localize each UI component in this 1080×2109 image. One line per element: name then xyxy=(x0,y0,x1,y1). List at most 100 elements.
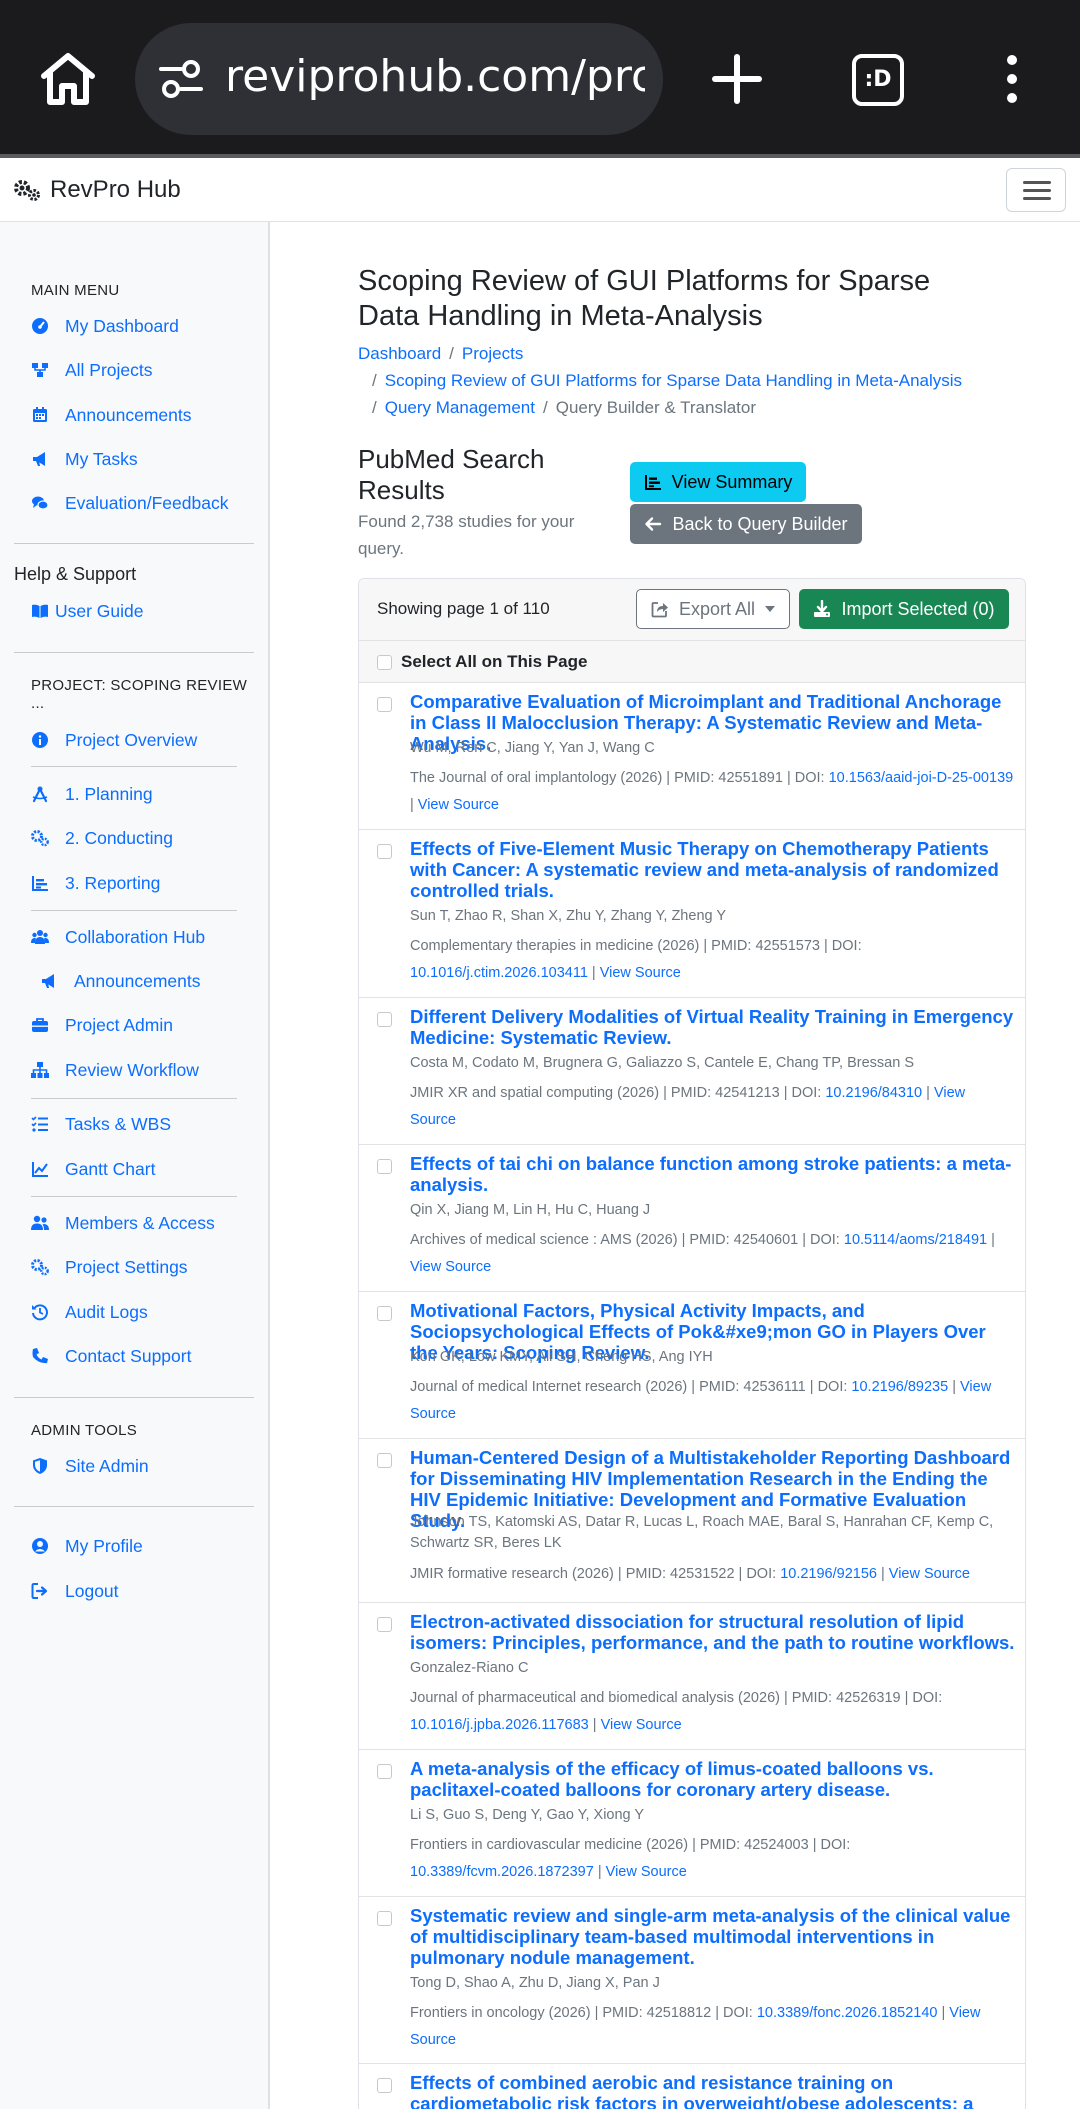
breadcrumb-dashboard[interactable]: Dashboard xyxy=(358,344,441,363)
home-icon[interactable] xyxy=(40,52,96,106)
result-checkbox[interactable] xyxy=(377,1453,392,1468)
result-checkbox[interactable] xyxy=(377,1764,392,1779)
result-doi-link[interactable]: 10.1016/j.jpba.2026.117683 xyxy=(410,1717,589,1733)
view-summary-button[interactable]: View Summary xyxy=(630,462,806,502)
result-authors: Johnson TS, Katomski AS, Datar R, Lucas … xyxy=(410,1514,994,1551)
back-to-query-builder-button[interactable]: Back to Query Builder xyxy=(630,504,862,544)
admin-tools-heading: ADMIN TOOLS xyxy=(31,1422,138,1439)
result-checkbox[interactable] xyxy=(377,1159,392,1174)
sidebar-item-all-projects[interactable]: All Projects xyxy=(31,355,153,385)
result-doi-link[interactable]: 10.3389/fcvm.2026.1872397 xyxy=(410,1864,594,1880)
view-source-link[interactable]: View Source xyxy=(418,797,499,813)
more-options-icon[interactable] xyxy=(1000,54,1024,104)
result-title[interactable]: A meta-analysis of the efficacy of limus… xyxy=(410,1758,1015,1800)
result-item: Different Delivery Modalities of Virtual… xyxy=(359,998,1025,1145)
list-check-icon xyxy=(31,1116,48,1132)
view-source-link[interactable]: View Source xyxy=(410,1259,491,1275)
tab-switcher-button[interactable]: :D xyxy=(852,54,904,106)
result-checkbox[interactable] xyxy=(377,1012,392,1027)
sidebar-item-project-admin[interactable]: Project Admin xyxy=(31,1010,173,1040)
sidebar-item-label: My Dashboard xyxy=(65,315,179,336)
users-icon xyxy=(31,930,49,944)
result-checkbox[interactable] xyxy=(377,697,392,712)
brand-name[interactable]: RevPro Hub xyxy=(50,176,181,204)
result-title[interactable]: Effects of tai chi on balance function a… xyxy=(410,1153,1015,1195)
result-title[interactable]: Systematic review and single-arm meta-an… xyxy=(410,1905,1015,1968)
sidebar-item-collaboration-hub[interactable]: Collaboration Hub xyxy=(31,922,205,952)
select-all-label[interactable]: Select All on This Page xyxy=(401,652,587,672)
result-authors: Koh GK, Low KMY, Ali SH, Cheng HS, Ang I… xyxy=(410,1349,713,1365)
app-navbar: RevPro Hub xyxy=(0,158,1080,222)
sidebar-item-contact-support[interactable]: Contact Support xyxy=(31,1341,191,1371)
results-toolbar: Showing page 1 of 110 Export All Import … xyxy=(359,579,1025,641)
result-meta: Frontiers in oncology (2026) | PMID: 425… xyxy=(410,2005,981,2048)
result-meta: Archives of medical science : AMS (2026)… xyxy=(410,1232,995,1275)
breadcrumb: Dashboard / Projects / Scoping Review of GU… xyxy=(358,340,1058,421)
result-title[interactable]: Effects of Five-Element Music Therapy on… xyxy=(410,838,1015,901)
sidebar-item-my-profile[interactable]: My Profile xyxy=(31,1531,143,1561)
sidebar-item-reporting[interactable]: 3. Reporting xyxy=(31,868,160,898)
site-settings-icon[interactable] xyxy=(159,59,203,99)
breadcrumb-current: Query Builder & Translator xyxy=(555,398,757,417)
new-tab-icon[interactable] xyxy=(712,54,762,104)
breadcrumb-projects[interactable]: Projects xyxy=(462,344,523,363)
breadcrumb-project[interactable]: Scoping Review of GUI Platforms for Spar… xyxy=(385,371,962,390)
sidebar-item-user-guide[interactable]: User Guide xyxy=(31,596,144,626)
chart-bar-icon xyxy=(32,876,48,891)
result-doi-link[interactable]: 10.1563/aaid-joi-D-25-00139 xyxy=(829,770,1014,786)
sidebar-item-logout[interactable]: Logout xyxy=(31,1576,119,1606)
sidebar-item-planning[interactable]: 1. Planning xyxy=(31,779,153,809)
result-checkbox[interactable] xyxy=(377,844,392,859)
history-icon xyxy=(32,1304,48,1321)
sidebar-item-evaluation-feedback[interactable]: Evaluation/Feedback xyxy=(31,488,228,518)
sidebar-item-members-access[interactable]: Members & Access xyxy=(31,1208,215,1238)
sidebar-item-my-tasks[interactable]: My Tasks xyxy=(31,444,138,474)
result-doi-link[interactable]: 10.3389/fonc.2026.1852140 xyxy=(757,2005,938,2021)
sidebar-item-audit-logs[interactable]: Audit Logs xyxy=(31,1297,148,1327)
result-checkbox[interactable] xyxy=(377,1911,392,1926)
sidebar-item-label: Review Workflow xyxy=(65,1059,199,1080)
select-all-checkbox[interactable] xyxy=(377,655,392,670)
gauge-icon xyxy=(32,318,48,334)
gears-icon xyxy=(31,830,49,847)
import-selected-button[interactable]: Import Selected (0) xyxy=(799,589,1009,629)
sidebar-item-project-overview[interactable]: Project Overview xyxy=(31,725,197,755)
sidebar-item-tasks-wbs[interactable]: Tasks & WBS xyxy=(31,1109,171,1139)
view-source-link[interactable]: View Source xyxy=(600,965,681,981)
view-source-link[interactable]: View Source xyxy=(606,1864,687,1880)
sidebar-item-review-workflow[interactable]: Review Workflow xyxy=(31,1055,199,1085)
result-checkbox[interactable] xyxy=(377,1617,392,1632)
result-checkbox[interactable] xyxy=(377,2078,392,2093)
sidebar-item-label: Members & Access xyxy=(65,1212,215,1233)
result-journal: JMIR XR and spatial computing (2026) | P… xyxy=(410,1085,822,1101)
result-meta: JMIR formative research (2026) | PMID: 4… xyxy=(410,1566,970,1582)
result-title[interactable]: Effects of combined aerobic and resistan… xyxy=(410,2072,1015,2109)
result-checkbox[interactable] xyxy=(377,1306,392,1321)
sidebar-item-my-dashboard[interactable]: My Dashboard xyxy=(31,311,179,341)
sidebar-item-collab-announcements[interactable]: Announcements xyxy=(40,966,200,996)
view-source-link[interactable]: View Source xyxy=(889,1566,970,1582)
address-bar[interactable]: reviprohub.com/projects/ xyxy=(135,23,663,135)
result-doi-link[interactable]: 10.5114/aoms/218491 xyxy=(844,1232,987,1248)
sidebar-item-label: Logout xyxy=(65,1580,119,1601)
result-doi-link[interactable]: 10.2196/84310 xyxy=(825,1085,922,1101)
sidebar-item-announcements[interactable]: Announcements xyxy=(31,400,191,430)
browser-toolbar: reviprohub.com/projects/ :D xyxy=(0,0,1080,158)
sidebar-item-label: Contact Support xyxy=(65,1345,192,1366)
sidebar-item-site-admin[interactable]: Site Admin xyxy=(31,1451,149,1481)
result-title[interactable]: Different Delivery Modalities of Virtual… xyxy=(410,1006,1015,1048)
result-doi-link[interactable]: 10.1016/j.ctim.2026.103411 xyxy=(410,965,588,981)
book-icon xyxy=(32,604,48,618)
view-source-link[interactable]: View Source xyxy=(601,1717,682,1733)
result-doi-link[interactable]: 10.2196/89235 xyxy=(851,1379,948,1395)
result-title[interactable]: Electron-activated dissociation for stru… xyxy=(410,1611,1015,1653)
url-text[interactable]: reviprohub.com/projects/ xyxy=(225,51,645,102)
breadcrumb-query-management[interactable]: Query Management xyxy=(385,398,535,417)
sidebar-item-conducting[interactable]: 2. Conducting xyxy=(31,823,173,853)
sidebar-item-project-settings[interactable]: Project Settings xyxy=(31,1252,188,1282)
export-all-dropdown[interactable]: Export All xyxy=(636,589,790,629)
sidebar-item-label: Site Admin xyxy=(65,1455,149,1476)
sidebar-item-gantt-chart[interactable]: Gantt Chart xyxy=(31,1154,155,1184)
menu-toggle-button[interactable] xyxy=(1006,168,1066,212)
result-doi-link[interactable]: 10.2196/92156 xyxy=(780,1566,877,1582)
